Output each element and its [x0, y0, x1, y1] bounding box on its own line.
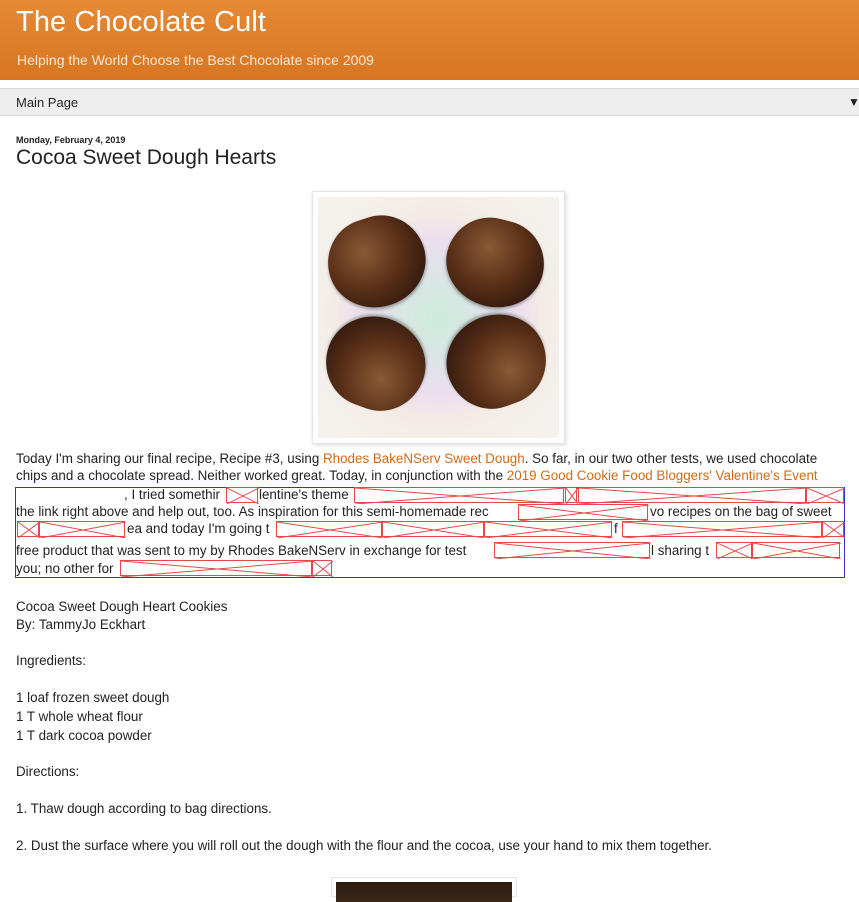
- intro-frag-3: the link right above and help out, too. …: [16, 504, 489, 519]
- broken-image-icon: [484, 521, 613, 538]
- post-title[interactable]: Cocoa Sweet Dough Hearts: [16, 146, 276, 170]
- post-date: Monday, February 4, 2019: [16, 135, 126, 145]
- intro-frag-1: , I tried somethir: [124, 487, 220, 502]
- broken-image-icon: [312, 560, 333, 577]
- intro-frag-5: ea and today I'm going t: [127, 521, 270, 536]
- intro-frag-4: vo recipes on the bag of sweet: [650, 504, 832, 519]
- blog-title[interactable]: The Chocolate Cult: [16, 6, 266, 39]
- ingredient-item: 1 T whole wheat flour: [16, 709, 143, 724]
- page-nav-bar: Main Page ▼: [0, 88, 859, 116]
- broken-image-icon: [622, 521, 823, 538]
- broken-image-icon: [578, 487, 807, 504]
- broken-image-icon: [226, 487, 259, 504]
- cocoa-hearts-image: [318, 197, 559, 438]
- directions-heading: Directions:: [16, 764, 80, 779]
- broken-image-icon: [806, 487, 845, 504]
- step-photo[interactable]: [331, 877, 517, 902]
- broken-image-icon: [17, 521, 40, 538]
- broken-image-icon: [716, 542, 753, 559]
- broken-image-icon: [354, 487, 565, 504]
- intro-frag-6: f: [614, 521, 618, 536]
- step-photo-image: [336, 882, 512, 902]
- broken-image-icon: [120, 560, 313, 577]
- broken-image-icon: [39, 521, 126, 538]
- intro-frag-2: lentine's theme: [259, 487, 349, 502]
- broken-image-icon: [822, 521, 845, 538]
- dropdown-arrow-icon[interactable]: ▼: [848, 95, 859, 109]
- intro-text-1: Today I'm sharing our final recipe, Reci…: [16, 451, 323, 466]
- nav-main-page[interactable]: Main Page: [16, 95, 78, 110]
- ingredient-item: 1 loaf frozen sweet dough: [16, 690, 170, 705]
- direction-step: 1. Thaw dough according to bag direction…: [16, 801, 272, 816]
- ingredients-heading: Ingredients:: [16, 653, 86, 668]
- post-intro-paragraph: Today I'm sharing our final recipe, Reci…: [16, 450, 848, 484]
- intro-frag-8: l sharing t: [651, 543, 710, 558]
- broken-image-icon: [382, 521, 485, 538]
- blog-description: Helping the World Choose the Best Chocol…: [17, 52, 374, 68]
- ingredient-item: 1 T dark cocoa powder: [16, 728, 152, 743]
- rhodes-link[interactable]: Rhodes BakeNServ Sweet Dough: [323, 451, 525, 466]
- broken-image-icon: [752, 542, 841, 559]
- intro-frag-9: you; no other for: [16, 561, 114, 576]
- broken-image-icon: [518, 504, 649, 521]
- intro-frag-7: free product that was sent to my by Rhod…: [16, 543, 467, 558]
- recipe-title: Cocoa Sweet Dough Heart Cookies: [16, 599, 228, 614]
- broken-image-icon: [565, 487, 578, 504]
- broken-image-icon: [494, 542, 651, 559]
- blog-header: The Chocolate Cult Helping the World Cho…: [0, 0, 859, 80]
- recipe-byline: By: TammyJo Eckhart: [16, 617, 146, 632]
- broken-image-icon: [276, 521, 383, 538]
- valentines-event-link[interactable]: 2019 Good Cookie Food Bloggers' Valentin…: [507, 468, 818, 483]
- direction-step: 2. Dust the surface where you will roll …: [16, 838, 712, 853]
- post-photo[interactable]: [312, 191, 565, 444]
